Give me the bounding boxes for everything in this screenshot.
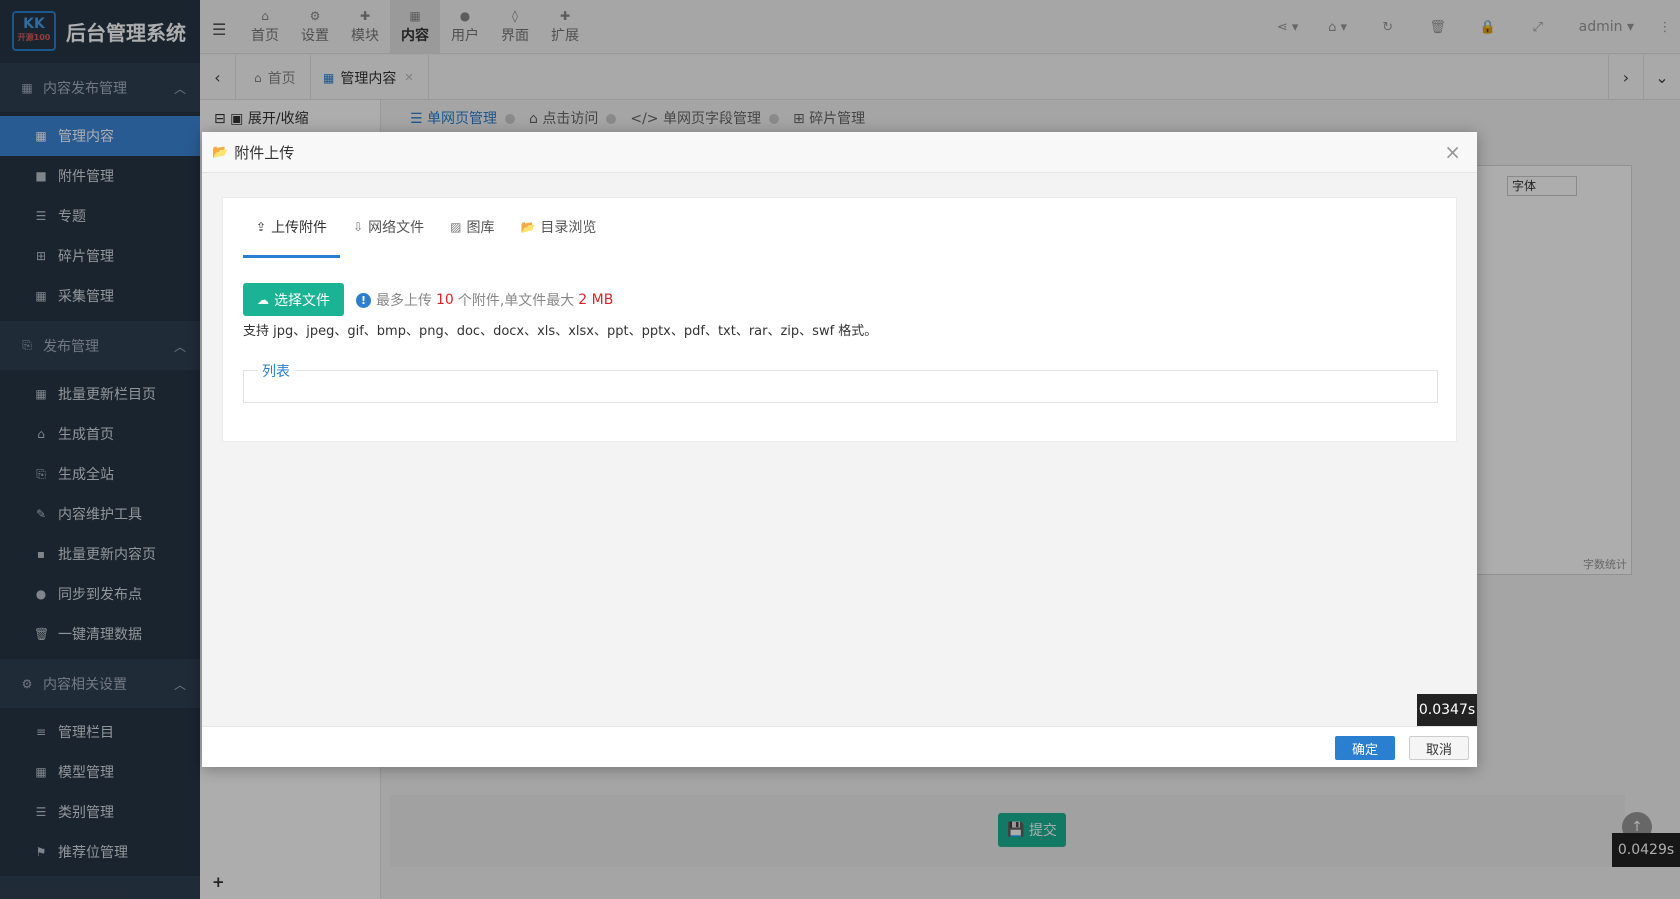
tab-upload-attachment[interactable]: ⇪ 上传附件 <box>243 198 341 258</box>
choose-file-label: 选择文件 <box>274 292 330 309</box>
image-icon: ▨ <box>450 219 462 234</box>
confirm-button[interactable]: 确定 <box>1335 736 1395 760</box>
dialog-body: ⇪ 上传附件 ⇩ 网络文件 ▨ 图库 📂 目录浏览 ☁ 选择文件 ! 最多上传 10 个… <box>222 197 1457 442</box>
attachment-upload-dialog: 📂 附件上传 × ⇪ 上传附件 ⇩ 网络文件 ▨ 图库 📂 目录浏览 ☁ 选择文件 ! … <box>202 132 1477 767</box>
tab-label: 上传附件 <box>271 219 328 236</box>
file-list-legend: 列表 <box>258 361 294 381</box>
upload-icon: ⇪ <box>256 219 267 234</box>
download-icon: ⇩ <box>353 219 364 234</box>
supported-formats: 支持 jpg、jpeg、gif、bmp、png、doc、docx、xls、xls… <box>243 324 878 339</box>
tab-gallery[interactable]: ▨ 图库 <box>437 198 507 258</box>
cloud-upload-icon: ☁ <box>257 292 269 307</box>
cancel-button[interactable]: 取消 <box>1409 736 1469 760</box>
info-icon: ! <box>356 292 371 308</box>
tab-network-file[interactable]: ⇩ 网络文件 <box>340 198 437 258</box>
max-size: 2 MB <box>578 292 614 308</box>
dialog-title: 附件上传 <box>234 143 295 162</box>
dialog-timer: 0.0347s <box>1417 694 1477 726</box>
upload-tabs: ⇪ 上传附件 ⇩ 网络文件 ▨ 图库 📂 目录浏览 <box>243 198 609 258</box>
limit-mid: 个附件,单文件最大 <box>457 293 575 309</box>
folder-open-icon: 📂 <box>212 144 229 160</box>
file-list: 列表 <box>243 361 1438 403</box>
dialog-header: 📂 附件上传 <box>202 132 1477 173</box>
max-files: 10 <box>436 292 454 308</box>
choose-file-button[interactable]: ☁ 选择文件 <box>243 283 344 316</box>
tab-label: 目录浏览 <box>540 219 597 236</box>
dialog-footer: 确定 取消 <box>202 726 1477 767</box>
upload-limit-info: ! 最多上传 10 个附件,单文件最大 2 MB <box>356 290 617 310</box>
folder-open-icon: 📂 <box>520 219 536 234</box>
tab-label: 网络文件 <box>368 219 425 236</box>
limit-prefix: 最多上传 <box>376 293 432 309</box>
close-icon[interactable]: × <box>1444 140 1461 164</box>
tab-label: 图库 <box>466 219 495 236</box>
tab-directory-browse[interactable]: 📂 目录浏览 <box>507 198 609 258</box>
